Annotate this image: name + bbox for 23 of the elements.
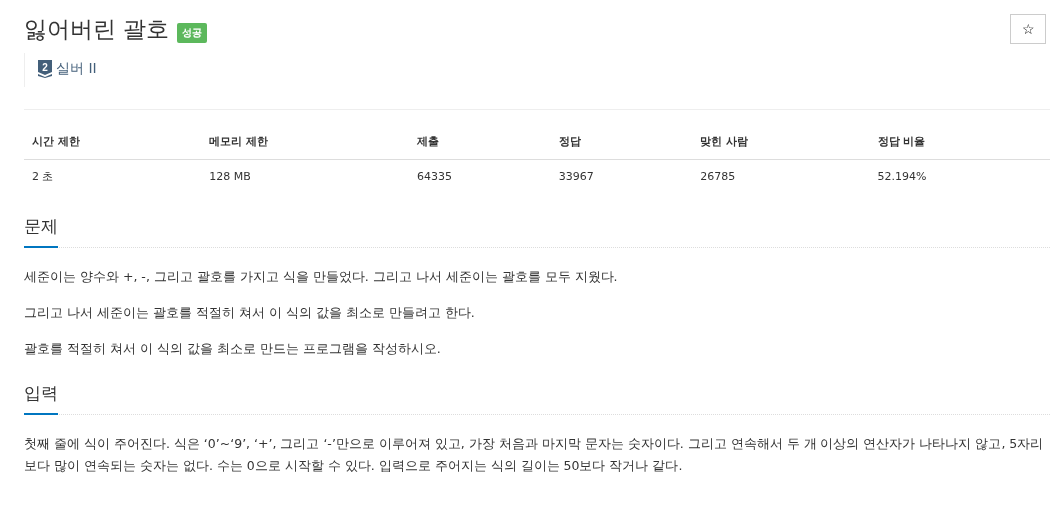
column-header: 메모리 제한 bbox=[201, 124, 410, 160]
result-badge: 성공 bbox=[177, 22, 208, 43]
table-cell: 52.194% bbox=[869, 159, 1050, 193]
column-header: 시간 제한 bbox=[24, 124, 202, 160]
column-header: 정답 비율 bbox=[869, 124, 1050, 160]
table-cell: 2 초 bbox=[24, 159, 202, 193]
table-cell: 33967 bbox=[550, 159, 693, 193]
paragraph: 괄호를 적절히 쳐서 이 식의 값을 최소로 만드는 프로그램을 작성하시오. bbox=[24, 340, 442, 358]
table-cell: 64335 bbox=[409, 159, 551, 193]
paragraph: 그리고 나서 세준이는 괄호를 적절히 쳐서 이 식의 값을 최소로 만들려고 한다. bbox=[24, 304, 476, 322]
table-cell: 26785 bbox=[692, 159, 870, 193]
paragraph: 세준이는 양수와 +, -, 그리고 괄호를 가지고 식을 만들었다. 그리고 나서 세준이는 괄호를 모두 지웠다. bbox=[24, 268, 619, 286]
paragraph: 첫째 줄에 식이 주어진다. 식은 ‘0’~‘9’, ‘+’, 그리고 ‘-’만으로 이루어져 있고, 가장 처음과 마지막 문자는 숫자이다. 그리고 연속해서 두 개 이상의 연산자가 나타나지 않고, 5자리보다 많이 연속되는 숫자는 없다. 수는 0으로 시작할 수 있다. 입력으로 주어지는 식의 길이는 50보다 작거나 같다. bbox=[24, 435, 1045, 475]
tier-shield-icon: 2 bbox=[38, 60, 52, 78]
section-heading: 입력 bbox=[24, 382, 58, 415]
problem-title: 잃어버린 괄호 bbox=[24, 15, 170, 44]
column-header: 정답 bbox=[550, 124, 693, 160]
favorite-button[interactable]: ☆ bbox=[1010, 14, 1046, 44]
section-heading: 문제 bbox=[24, 215, 58, 248]
column-header: 제출 bbox=[409, 124, 551, 160]
table-cell: 128 MB bbox=[201, 159, 410, 193]
column-header: 맞힌 사람 bbox=[692, 124, 870, 160]
tier-label[interactable]: 실버 II bbox=[56, 60, 97, 78]
